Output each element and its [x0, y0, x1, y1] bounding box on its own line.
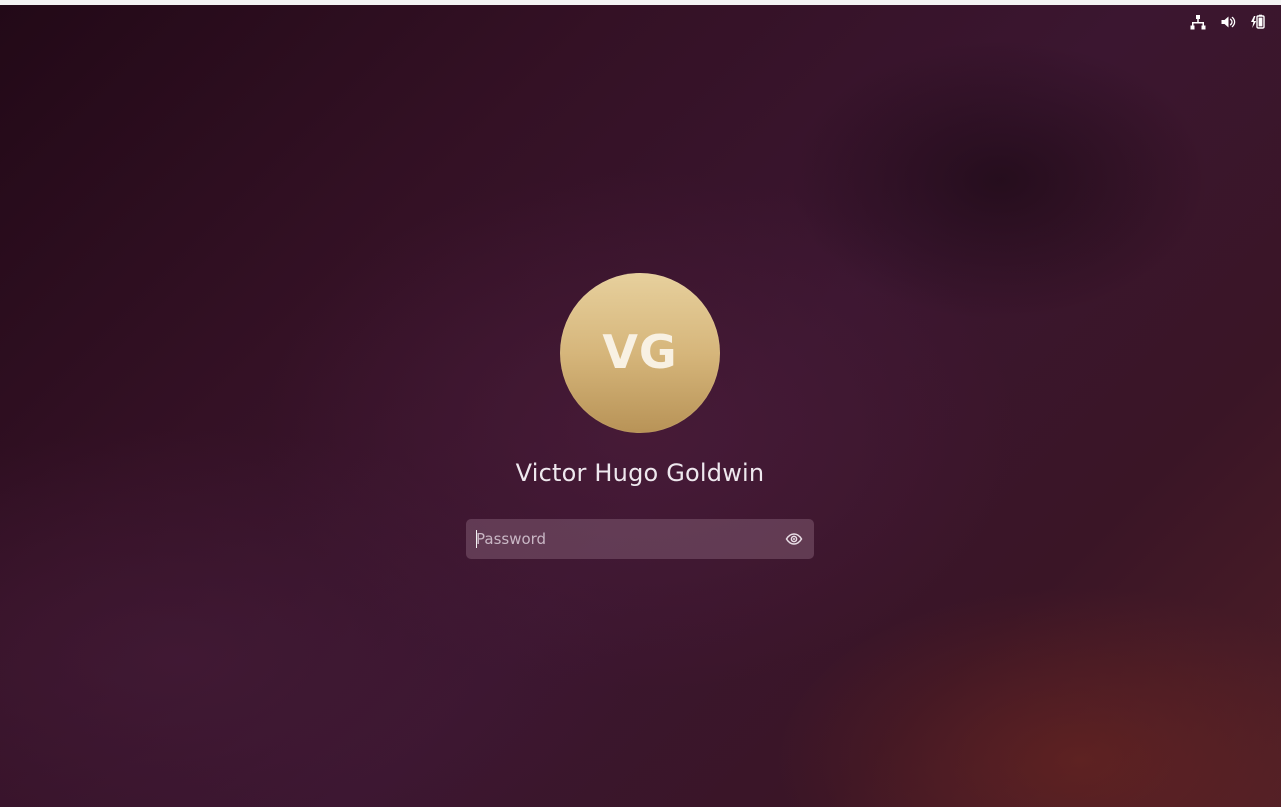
volume-icon[interactable]	[1220, 14, 1236, 30]
network-icon[interactable]	[1190, 14, 1206, 30]
user-name: Victor Hugo Goldwin	[515, 459, 765, 487]
login-screen: VG Victor Hugo Goldwin	[0, 0, 1281, 807]
avatar-initials: VG	[602, 325, 678, 379]
password-field[interactable]	[466, 519, 814, 559]
password-input[interactable]	[466, 519, 766, 559]
battery-charging-icon[interactable]	[1250, 14, 1266, 30]
login-card: VG Victor Hugo Goldwin	[466, 273, 814, 559]
user-avatar: VG	[560, 273, 720, 433]
top-strip	[0, 0, 1281, 5]
eye-icon[interactable]	[784, 529, 804, 549]
text-caret	[476, 530, 477, 548]
system-tray	[1190, 13, 1266, 31]
